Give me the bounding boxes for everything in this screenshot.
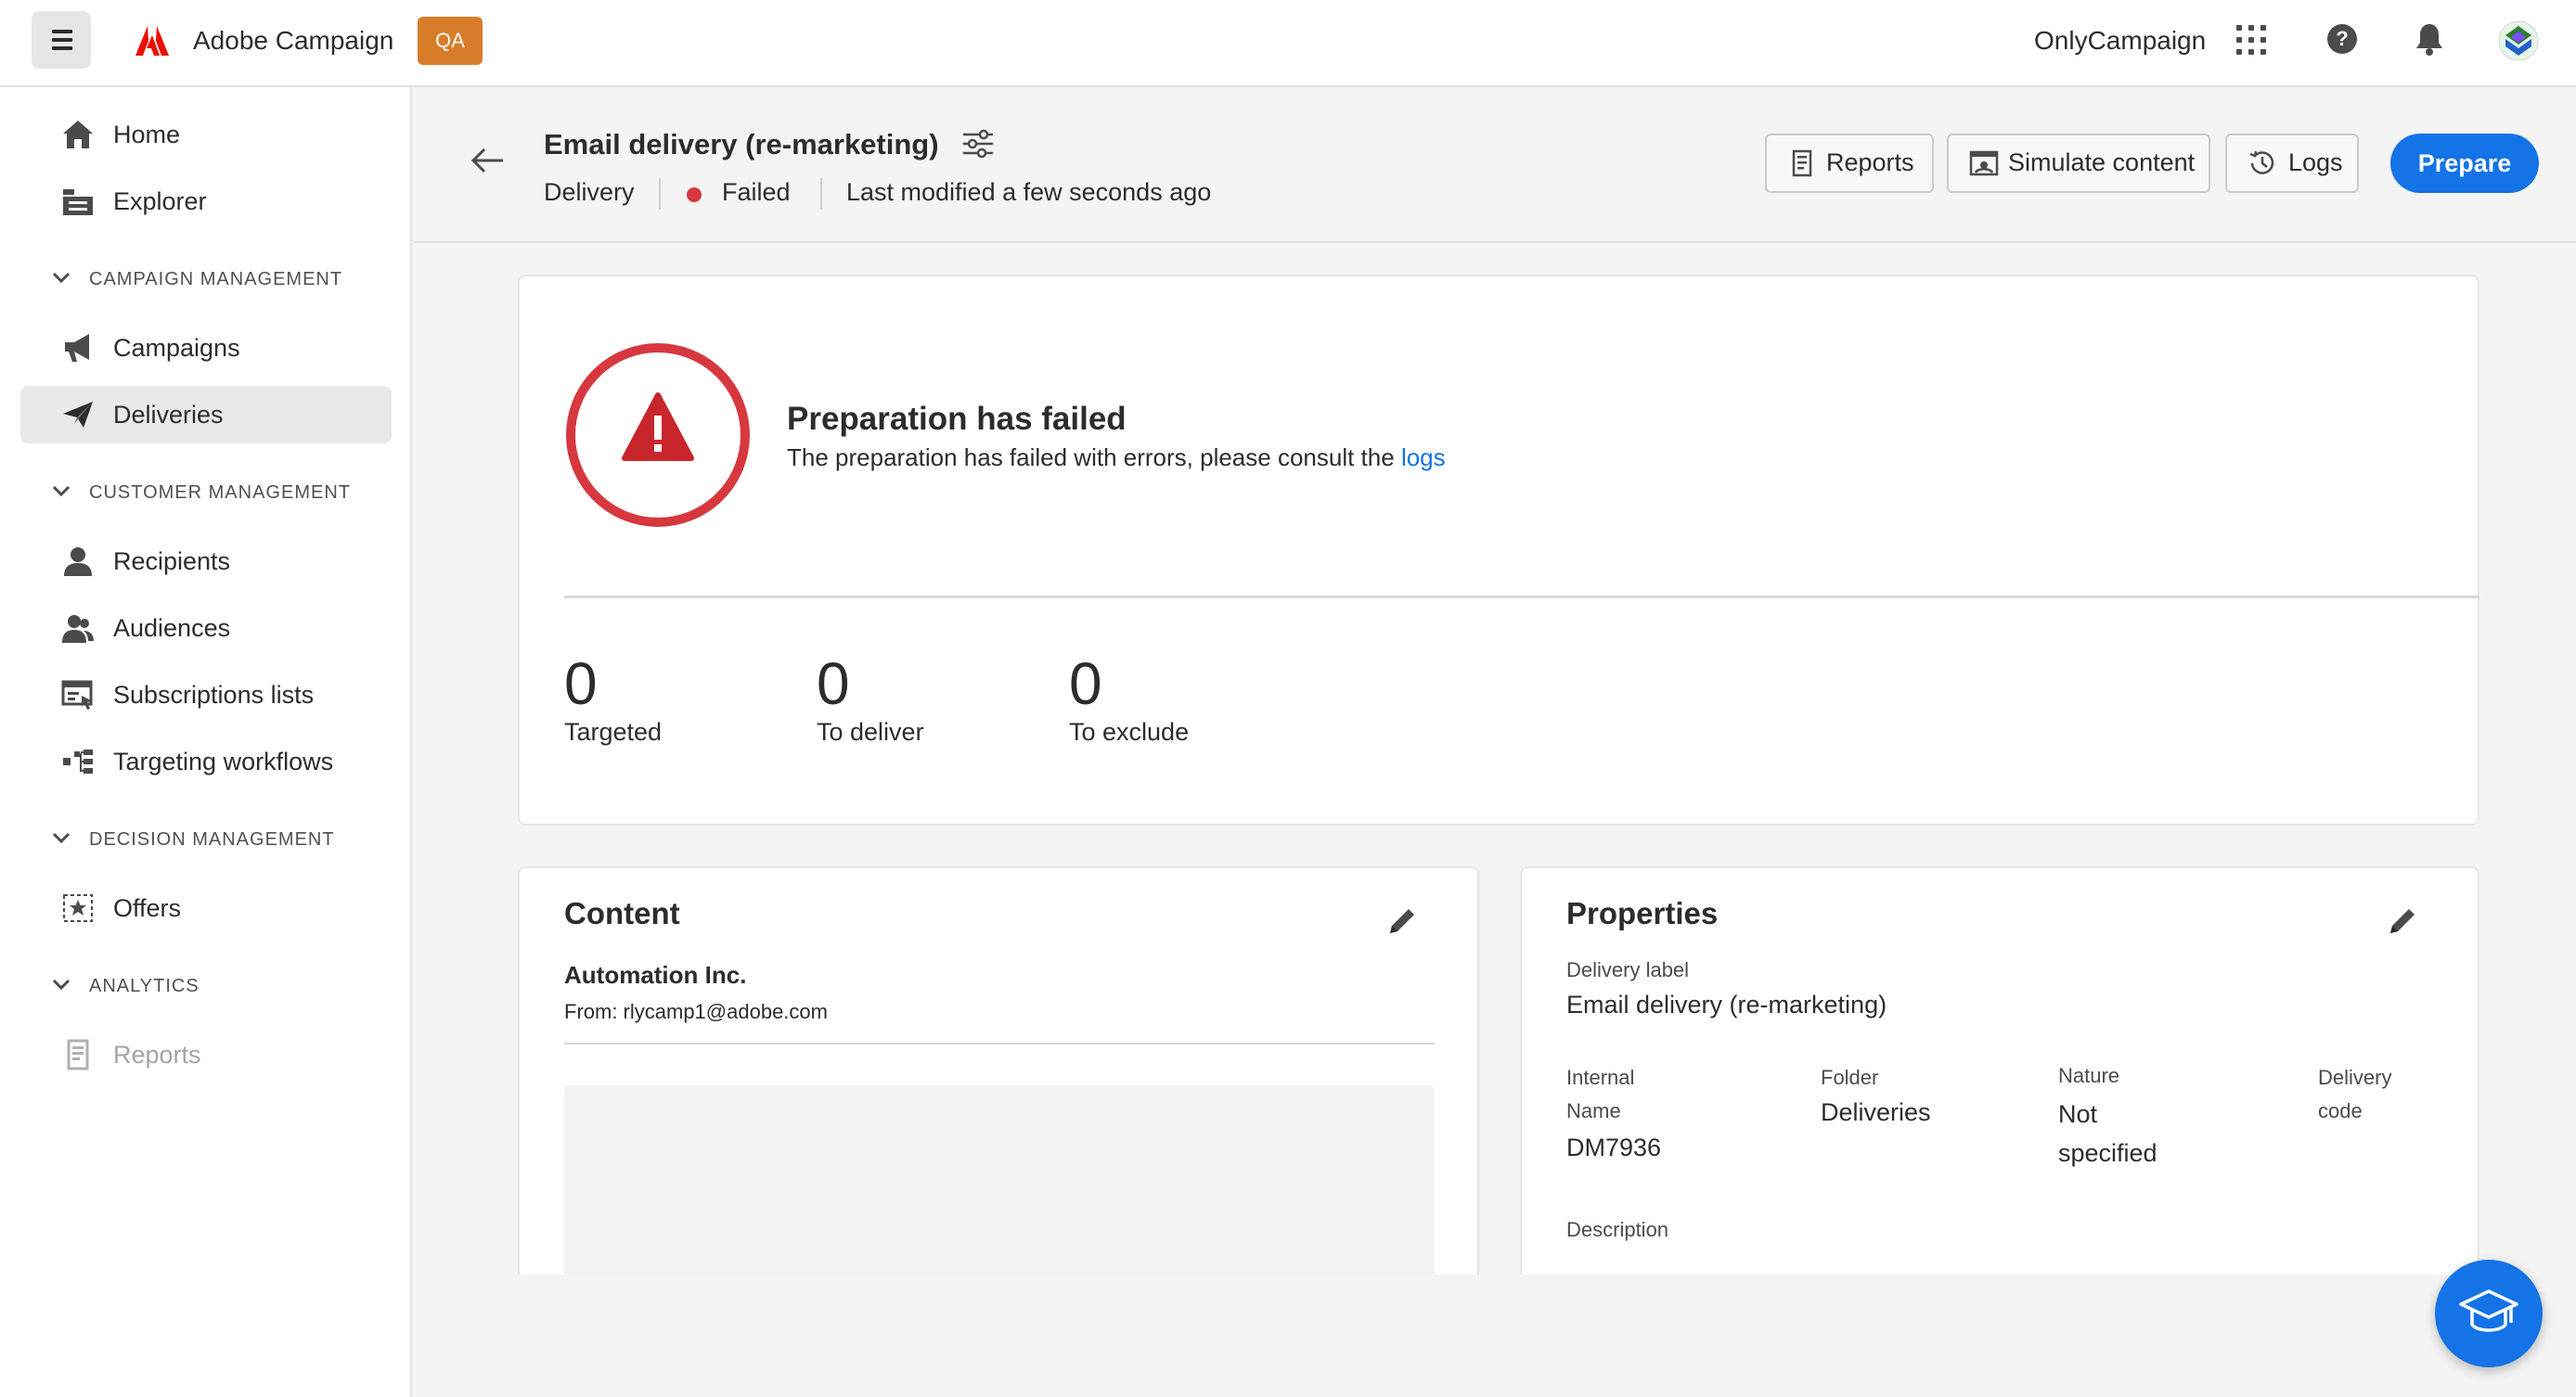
- report-icon: [67, 1039, 89, 1070]
- content-card: Content Automation Inc. From: rlycamp1@a…: [518, 866, 1479, 1276]
- sidebar-item-explorer[interactable]: Explorer: [20, 173, 392, 230]
- stat-to-deliver: 0 To deliver: [817, 650, 924, 746]
- internal-name-value: DM7936: [1566, 1134, 1662, 1161]
- sidebar-item-label: Offers: [113, 894, 182, 922]
- error-message: The preparation has failed with errors, …: [787, 443, 1446, 471]
- delivery-label-value: Email delivery (re-marketing): [1566, 991, 1887, 1019]
- sidebar-item-offers[interactable]: Offers: [20, 879, 392, 937]
- adobe-logo-icon: [135, 26, 169, 56]
- delivery-label-key: Delivery label: [1566, 958, 1690, 981]
- edit-pencil-icon[interactable]: [2387, 905, 2418, 937]
- sidebar-item-deliveries[interactable]: Deliveries: [20, 386, 392, 443]
- offer-star-icon: [63, 894, 93, 922]
- reports-button[interactable]: Reports: [1765, 134, 1934, 193]
- sidebar-item-campaigns[interactable]: Campaigns: [20, 319, 392, 377]
- stat-targeted: 0 Targeted: [564, 650, 663, 746]
- graduation-cap-icon: [2459, 1289, 2518, 1332]
- edit-pencil-icon[interactable]: [1386, 905, 1418, 937]
- divider: [659, 178, 661, 210]
- delivery-type: Delivery: [544, 178, 635, 206]
- sender-name: Automation Inc.: [564, 961, 747, 989]
- back-arrow-icon[interactable]: [470, 147, 505, 174]
- sidebar-item-home[interactable]: Home: [20, 106, 392, 163]
- error-title: Preparation has failed: [787, 401, 1127, 437]
- history-clock-icon: [2249, 150, 2274, 174]
- app-name: Adobe Campaign: [193, 26, 394, 55]
- folder-value: Deliveries: [1821, 1098, 1931, 1126]
- status-dot-icon: [687, 187, 702, 202]
- internal-name-key: Internal: [1566, 1066, 1635, 1089]
- sidebar-item-label: Targeting workflows: [113, 748, 334, 775]
- sidebar-item-label: Audiences: [113, 614, 231, 642]
- last-modified: Last modified a few seconds ago: [846, 178, 1212, 206]
- sidebar-item-recipients[interactable]: Recipients: [20, 532, 392, 590]
- explorer-icon: [63, 189, 93, 215]
- subscription-list-icon: [61, 680, 93, 710]
- environment-badge: QA: [418, 17, 483, 65]
- sender-email: From: rlycamp1@adobe.com: [564, 1000, 828, 1023]
- nature-key: Nature: [2058, 1064, 2120, 1087]
- app-switcher-grid-icon[interactable]: [2236, 25, 2266, 55]
- internal-name-key: Name: [1566, 1099, 1621, 1122]
- logs-button[interactable]: Logs: [2225, 134, 2359, 193]
- divider: [564, 596, 2479, 598]
- sidebar-item-audiences[interactable]: Audiences: [20, 599, 392, 657]
- nature-value: specified: [2058, 1139, 2157, 1167]
- sidebar-item-label: Reports: [113, 1041, 201, 1069]
- preparation-status-card: Preparation has failed The preparation h…: [518, 275, 2479, 826]
- user-icon: [64, 547, 92, 576]
- help-icon[interactable]: ?: [2327, 24, 2357, 54]
- delivery-code-key: Delivery: [2318, 1066, 2392, 1089]
- delivery-code-key: code: [2318, 1099, 2363, 1122]
- divider: [564, 1043, 1435, 1045]
- divider: [820, 178, 822, 210]
- chevron-down-icon: [52, 832, 71, 844]
- simulate-preview-icon: [1969, 150, 1999, 176]
- properties-title: Properties: [1566, 896, 1719, 930]
- sidebar-item-label: Recipients: [113, 547, 231, 575]
- sidebar-item-targeting-workflows[interactable]: Targeting workflows: [20, 733, 392, 790]
- sidebar-item-reports[interactable]: Reports: [20, 1026, 392, 1083]
- sidebar-item-label: Subscriptions lists: [113, 681, 315, 709]
- sidebar-item-label: Deliveries: [113, 401, 224, 429]
- sidebar-item-label: Explorer: [113, 187, 207, 215]
- page-title: Email delivery (re-marketing): [544, 128, 939, 160]
- sidebar-item-label: Campaigns: [113, 334, 240, 362]
- notification-bell-icon[interactable]: [2415, 22, 2444, 56]
- sidebar: Home Explorer CAMPAIGN MANAGEMENT Campai…: [0, 87, 412, 1397]
- nature-value: Not: [2058, 1100, 2098, 1128]
- user-avatar-icon[interactable]: [2498, 20, 2539, 61]
- email-preview[interactable]: [564, 1085, 1435, 1276]
- hamburger-menu-button[interactable]: [32, 11, 91, 69]
- content-title: Content: [564, 896, 680, 930]
- top-bar: Adobe Campaign QA OnlyCampaign ?: [0, 0, 2576, 87]
- sidebar-item-subscriptions-lists[interactable]: Subscriptions lists: [20, 666, 392, 724]
- status-badge: Failed: [722, 178, 791, 206]
- send-icon: [63, 402, 93, 428]
- learning-assistant-button[interactable]: [2435, 1260, 2543, 1367]
- error-alert-icon: [566, 343, 750, 527]
- megaphone-icon: [65, 334, 89, 362]
- report-icon: [1792, 149, 1812, 177]
- home-icon: [63, 121, 93, 148]
- prepare-button[interactable]: Prepare: [2390, 134, 2539, 193]
- stat-to-exclude: 0 To exclude: [1069, 650, 1190, 746]
- page-header: Email delivery (re-marketing) Delivery F…: [414, 87, 2576, 243]
- sidebar-item-label: Home: [113, 121, 181, 148]
- chevron-down-icon: [52, 485, 71, 497]
- description-key: Description: [1566, 1218, 1669, 1241]
- chevron-down-icon: [52, 272, 71, 284]
- simulate-content-button[interactable]: Simulate content: [1947, 134, 2210, 193]
- logs-link[interactable]: logs: [1401, 443, 1446, 471]
- properties-card: Properties Delivery label Email delivery…: [1520, 866, 2479, 1275]
- settings-sliders-icon[interactable]: [961, 128, 995, 160]
- folder-key: Folder: [1821, 1066, 1879, 1089]
- chevron-down-icon: [52, 979, 71, 991]
- workflow-icon: [63, 750, 93, 774]
- users-icon: [62, 615, 94, 643]
- org-switcher[interactable]: OnlyCampaign: [2034, 26, 2206, 56]
